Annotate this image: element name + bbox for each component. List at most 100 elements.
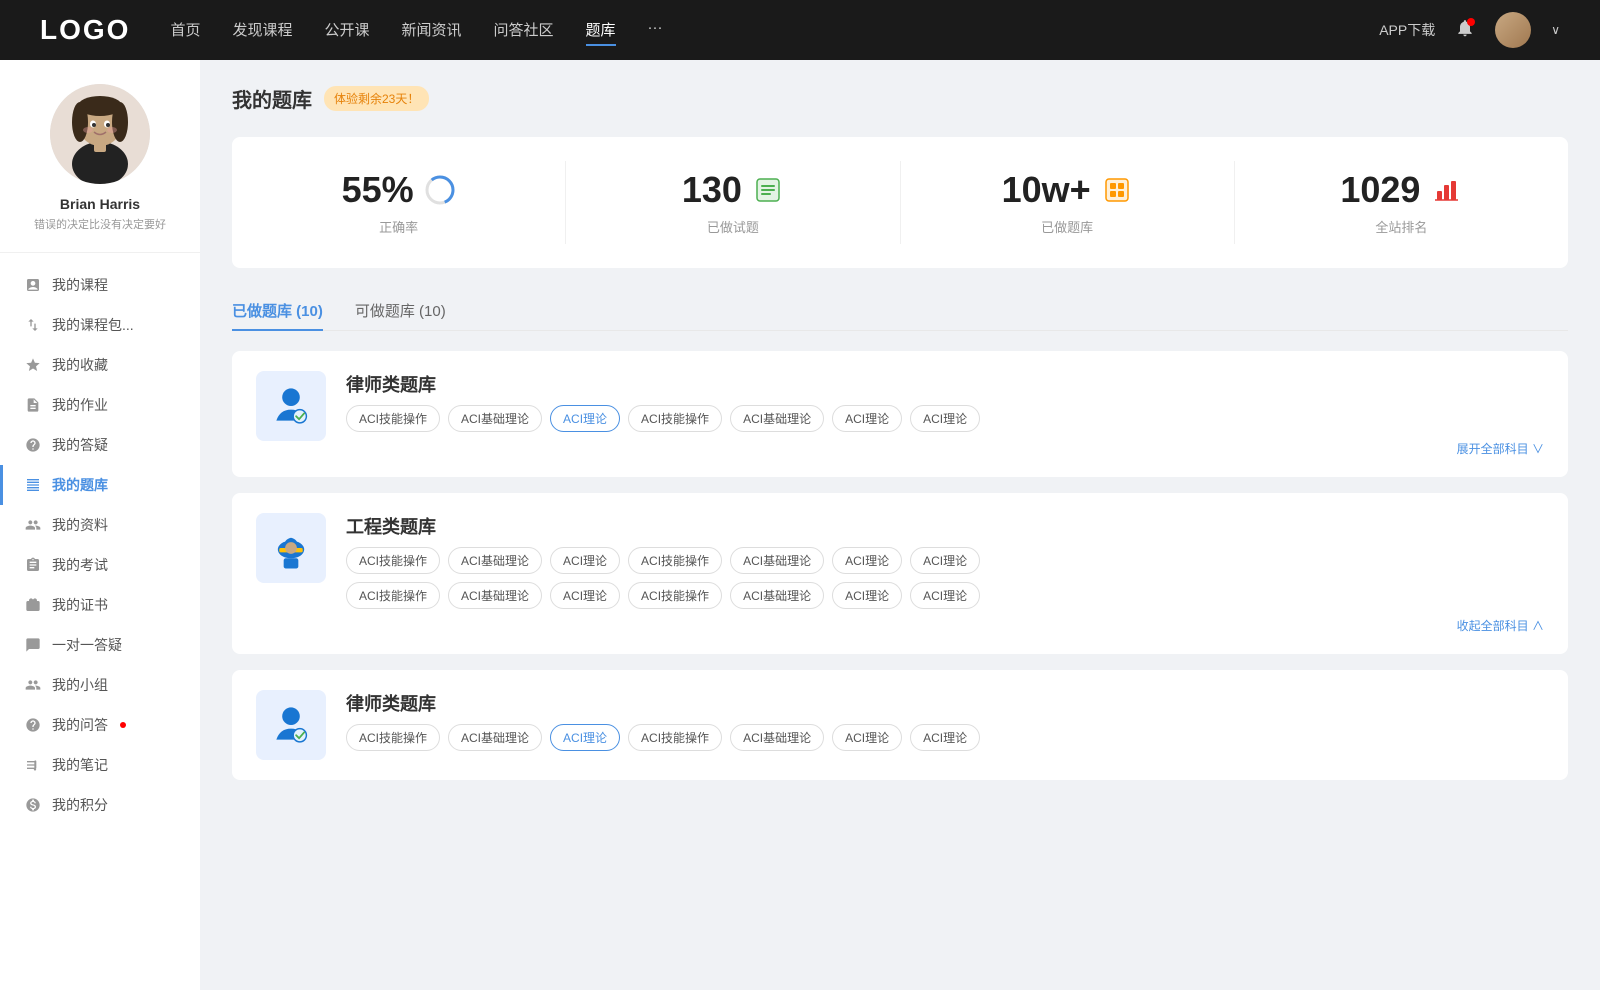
profile-avatar [50,84,150,184]
tag-1-1-0[interactable]: ACI技能操作 [346,582,440,609]
sidebar-item-course-label: 我的课程 [52,275,108,295]
trial-badge: 体验剩余23天！ [324,86,429,111]
sidebar-item-package-label: 我的课程包... [52,315,134,335]
sidebar-item-material[interactable]: 我的资料 [0,505,200,545]
bank-card-1-collapse[interactable]: 收起全部科目 ∧ [346,617,1544,634]
bank-card-2-title: 律师类题库 [346,690,1544,716]
sidebar-item-group[interactable]: 我的小组 [0,665,200,705]
nav-home[interactable]: 首页 [170,15,200,46]
sidebar-item-package[interactable]: 我的课程包... [0,305,200,345]
sidebar-item-oneone-label: 一对一答疑 [52,635,122,655]
tag-1-0-4[interactable]: ACI基础理论 [730,547,824,574]
tabs-row: 已做题库 (10) 可做题库 (10) [232,292,1568,331]
tag-0-3[interactable]: ACI技能操作 [628,405,722,432]
sidebar: Brian Harris 错误的决定比没有决定要好 我的课程 我的课程包... [0,60,200,990]
tag-0-5[interactable]: ACI理论 [832,405,902,432]
tag-0-6[interactable]: ACI理论 [910,405,980,432]
sidebar-item-bank-label: 我的题库 [52,475,108,495]
sidebar-item-homework-label: 我的作业 [52,395,108,415]
sidebar-item-bank[interactable]: 我的题库 [0,465,200,505]
tag-2-4[interactable]: ACI基础理论 [730,724,824,751]
sidebar-item-qa[interactable]: 我的答疑 [0,425,200,465]
user-menu-chevron[interactable]: ∨ [1551,23,1560,37]
tag-1-0-1[interactable]: ACI基础理论 [448,547,542,574]
sidebar-item-certificate[interactable]: 我的证书 [0,585,200,625]
tag-2-6[interactable]: ACI理论 [910,724,980,751]
bank-icon [24,476,42,494]
nav-links: 首页 发现课程 公开课 新闻资讯 问答社区 题库 ··· [170,15,1339,46]
myqa-icon [24,716,42,734]
tag-2-2[interactable]: ACI理论 [550,724,620,751]
profile-name: Brian Harris [60,196,140,212]
bank-card-2-tags: ACI技能操作 ACI基础理论 ACI理论 ACI技能操作 ACI基础理论 AC… [346,724,1544,751]
tag-1-0-3[interactable]: ACI技能操作 [628,547,722,574]
nav-bank[interactable]: 题库 [586,15,616,46]
notes-icon [24,756,42,774]
bank-card-0: 律师类题库 ACI技能操作 ACI基础理论 ACI理论 ACI技能操作 ACI基… [232,351,1568,477]
bank-card-1-body: 工程类题库 ACI技能操作 ACI基础理论 ACI理论 ACI技能操作 ACI基… [256,513,1544,634]
sidebar-item-favorite-label: 我的收藏 [52,355,108,375]
notification-bell[interactable] [1455,18,1475,43]
lawyer-bank-icon-2 [256,690,326,760]
nav-qa[interactable]: 问答社区 [494,15,554,46]
tag-1-1-2[interactable]: ACI理论 [550,582,620,609]
sidebar-item-certificate-label: 我的证书 [52,595,108,615]
engineer-bank-icon [256,513,326,583]
tag-1-1-5[interactable]: ACI理论 [832,582,902,609]
tag-0-4[interactable]: ACI基础理论 [730,405,824,432]
tag-1-1-6[interactable]: ACI理论 [910,582,980,609]
sidebar-item-notes-label: 我的笔记 [52,755,108,775]
nav-news[interactable]: 新闻资讯 [402,15,462,46]
nav-more[interactable]: ··· [648,15,663,46]
bank-card-0-tags: ACI技能操作 ACI基础理论 ACI理论 ACI技能操作 ACI基础理论 AC… [346,405,1544,432]
tag-1-0-2[interactable]: ACI理论 [550,547,620,574]
bank-card-2-body: 律师类题库 ACI技能操作 ACI基础理论 ACI理论 ACI技能操作 ACI基… [256,690,1544,760]
tag-0-2[interactable]: ACI理论 [550,405,620,432]
sidebar-item-course[interactable]: 我的课程 [0,265,200,305]
tag-1-1-4[interactable]: ACI基础理论 [730,582,824,609]
tab-done[interactable]: 已做题库 (10) [232,292,323,331]
sidebar-item-points[interactable]: 我的积分 [0,785,200,825]
group-icon [24,676,42,694]
nav-open-course[interactable]: 公开课 [324,15,369,46]
tag-0-0[interactable]: ACI技能操作 [346,405,440,432]
page-header: 我的题库 体验剩余23天！ [232,84,1568,113]
grid-icon [1101,174,1133,206]
sidebar-item-exam[interactable]: 我的考试 [0,545,200,585]
tag-1-1-3[interactable]: ACI技能操作 [628,582,722,609]
tag-0-1[interactable]: ACI基础理论 [448,405,542,432]
sidebar-item-notes[interactable]: 我的笔记 [0,745,200,785]
bank-card-0-icon [256,371,326,457]
tag-2-5[interactable]: ACI理论 [832,724,902,751]
tag-2-0[interactable]: ACI技能操作 [346,724,440,751]
stats-row: 55% 正确率 130 [232,137,1568,268]
bank-card-1-tags-row-0: ACI技能操作 ACI基础理论 ACI理论 ACI技能操作 ACI基础理论 AC… [346,547,1544,574]
stat-accuracy-value: 55% [342,169,414,211]
tag-1-0-5[interactable]: ACI理论 [832,547,902,574]
star-icon [24,356,42,374]
sidebar-item-favorite[interactable]: 我的收藏 [0,345,200,385]
app-download[interactable]: APP下载 [1379,20,1435,40]
tag-1-0-6[interactable]: ACI理论 [910,547,980,574]
tag-1-0-0[interactable]: ACI技能操作 [346,547,440,574]
bank-card-0-expand[interactable]: 展开全部科目 ∨ [346,440,1544,457]
user-avatar[interactable] [1495,12,1531,48]
tag-1-1-1[interactable]: ACI基础理论 [448,582,542,609]
stat-banks-label: 已做题库 [1041,217,1093,236]
homework-icon [24,396,42,414]
stat-banks-top: 10w+ [1002,169,1133,211]
nav-discover[interactable]: 发现课程 [232,15,292,46]
sidebar-item-myqa[interactable]: 我的问答 [0,705,200,745]
stat-rank-value: 1029 [1340,169,1420,211]
sidebar-item-oneone[interactable]: 一对一答疑 [0,625,200,665]
sidebar-item-homework[interactable]: 我的作业 [0,385,200,425]
question-icon [24,436,42,454]
main-content: 我的题库 体验剩余23天！ 55% 正确率 [200,60,1600,990]
sidebar-menu: 我的课程 我的课程包... 我的收藏 我的作业 [0,253,200,837]
tag-2-3[interactable]: ACI技能操作 [628,724,722,751]
tag-2-1[interactable]: ACI基础理论 [448,724,542,751]
stat-rank: 1029 全站排名 [1235,161,1568,244]
tab-available[interactable]: 可做题库 (10) [355,292,446,331]
package-icon [24,316,42,334]
stat-done: 130 已做试题 [566,161,900,244]
